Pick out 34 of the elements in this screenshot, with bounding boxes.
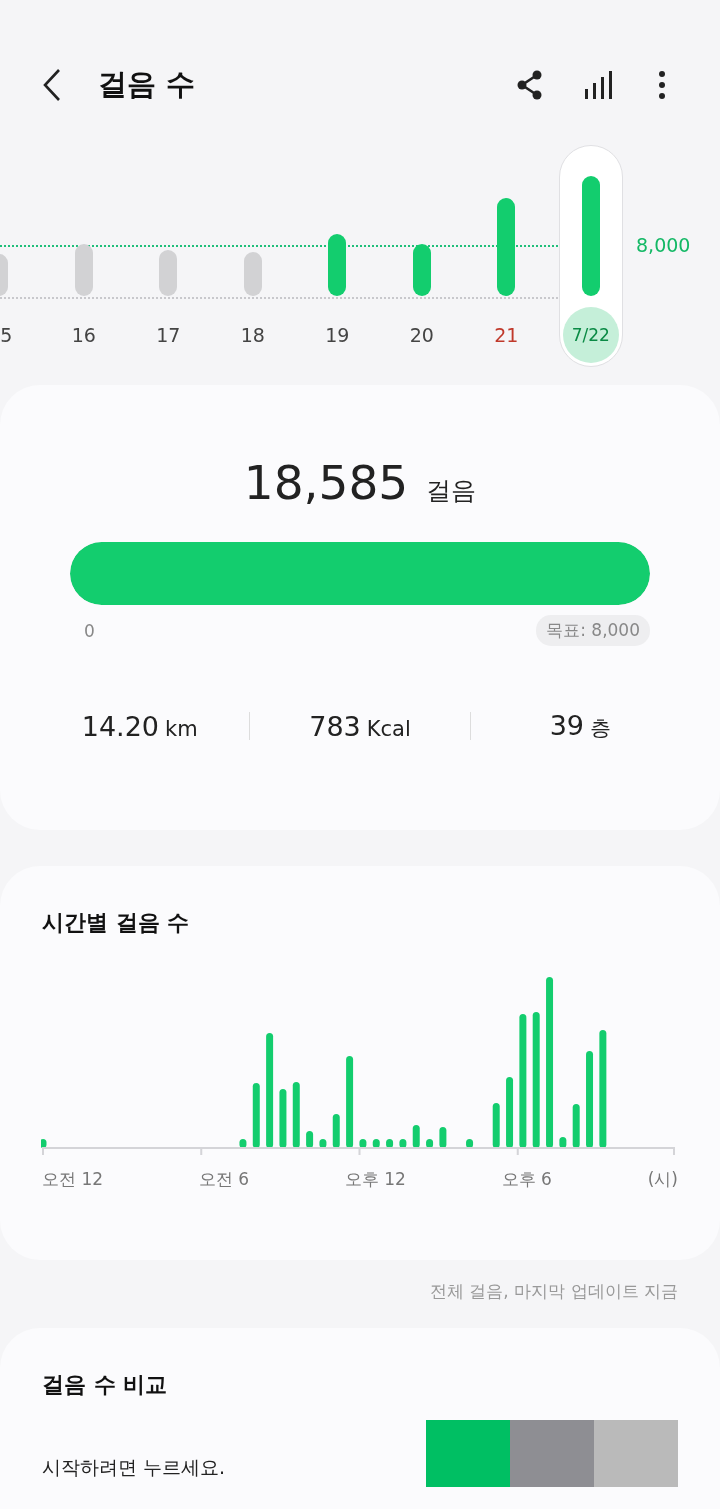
bar-chart-icon[interactable]: [584, 71, 614, 99]
back-icon[interactable]: [42, 68, 62, 102]
stat-value: 14.20: [81, 710, 159, 742]
share-icon[interactable]: [516, 70, 544, 100]
day-label[interactable]: 7/22: [562, 307, 619, 363]
goal-tag: 목표: 8,000: [536, 615, 650, 646]
stat-unit: Kcal: [366, 716, 411, 741]
axis-label: (시): [647, 1168, 678, 1191]
step-unit: 걸음: [426, 475, 477, 507]
stat-unit: 층: [590, 715, 611, 742]
selected-day-pill[interactable]: 7/22: [558, 145, 623, 367]
day-label[interactable]: 21: [492, 307, 521, 363]
goal-value: 8,000: [636, 234, 691, 256]
stat-value: 39: [549, 710, 584, 741]
section-title: 걸음 수 비교: [42, 1371, 169, 1399]
day-label[interactable]: 19: [323, 307, 352, 363]
axis-label: 오전 6: [198, 1168, 250, 1191]
step-count: 18,585: [243, 455, 409, 510]
axis-label: 오후 6: [501, 1168, 552, 1191]
day-label[interactable]: 18: [238, 307, 267, 363]
day-label[interactable]: 20: [407, 307, 436, 363]
start-prompt[interactable]: 시작하려면 누르세요.: [42, 1455, 226, 1487]
section-title: 시간별 걸음 수: [42, 909, 191, 937]
update-note: 전체 걸음, 마지막 업데이트 지금: [428, 1280, 679, 1303]
more-icon[interactable]: [658, 70, 666, 100]
axis-label: 오후 12: [344, 1168, 406, 1191]
page-title: 걸음 수: [98, 66, 196, 103]
start-value: 0: [84, 620, 95, 641]
day-label[interactable]: 5: [0, 307, 15, 363]
stat-unit: km: [165, 716, 198, 741]
day-label[interactable]: 17: [154, 307, 183, 363]
day-label[interactable]: 16: [69, 307, 98, 363]
stat-value: 783: [309, 710, 361, 742]
axis-label: 오전 12: [42, 1168, 104, 1191]
